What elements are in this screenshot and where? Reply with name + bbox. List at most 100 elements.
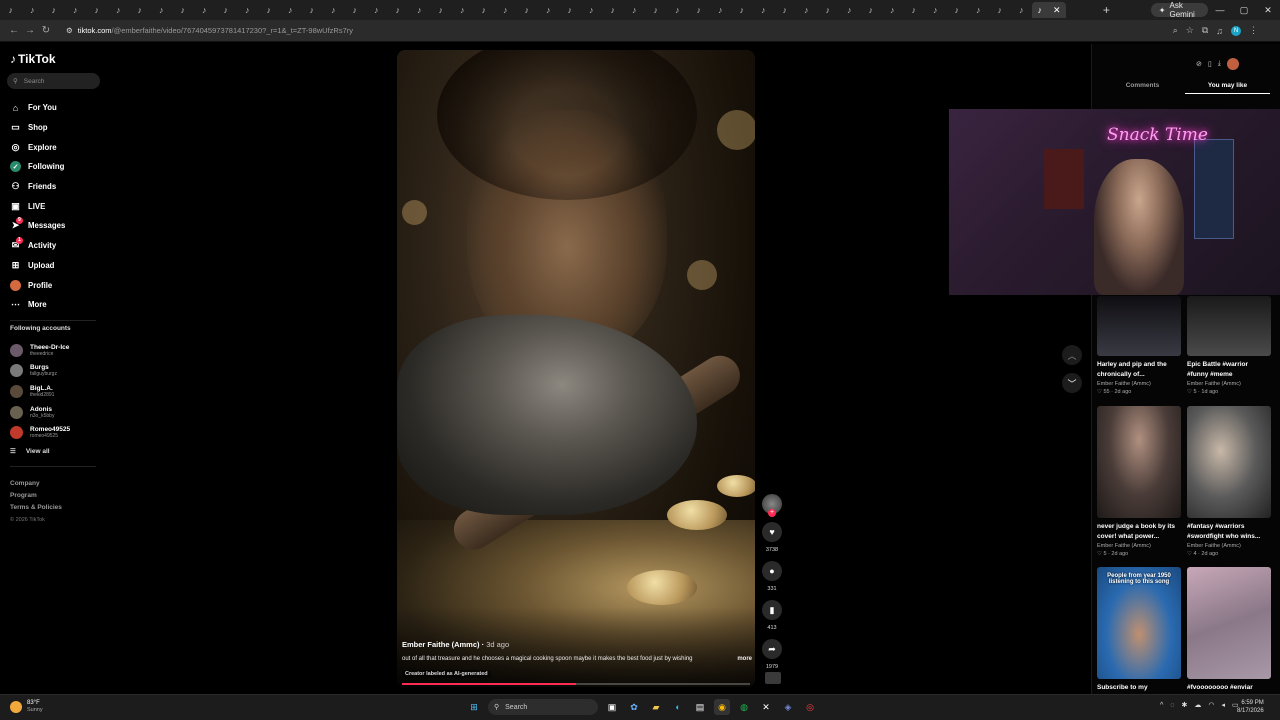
browser-tab[interactable]: ♪ ✕ (1032, 2, 1066, 18)
browser-tab[interactable]: ♪ (495, 2, 517, 18)
footer-link-program[interactable]: Program (10, 490, 62, 502)
browser-tab[interactable]: ♪ (688, 2, 710, 18)
browser-tab[interactable]: ♪ (452, 2, 474, 18)
browser-tab[interactable]: ♪ (194, 2, 216, 18)
browser-tab[interactable]: ♪ (215, 2, 237, 18)
close-window-icon[interactable]: ✕ (1256, 5, 1280, 16)
browser-tab[interactable]: ♪ (667, 2, 689, 18)
browser-tab[interactable]: ♪ (151, 2, 173, 18)
browser-tab[interactable]: ♪ (323, 2, 345, 18)
sidebar-item-friends[interactable]: ⚇ Friends (10, 177, 106, 197)
browser-tab[interactable]: ♪ (581, 2, 603, 18)
browser-tab[interactable]: ♪ (602, 2, 624, 18)
ask-gemini-button[interactable]: ✦ Ask Gemini (1150, 1, 1208, 19)
app-icon[interactable]: ✕ (758, 699, 774, 715)
app-icon-red[interactable]: ◎ (802, 699, 818, 715)
browser-tab[interactable]: ♪ (731, 2, 753, 18)
weather-widget[interactable]: 83°F Sunny (10, 700, 43, 714)
volume-icon[interactable]: ◂ (1221, 701, 1225, 709)
sidebar-item-shop[interactable]: ▭ Shop (10, 118, 106, 138)
browser-tab[interactable]: ♪ (258, 2, 280, 18)
account-item[interactable]: BigL.A. thekid2891 (10, 381, 106, 402)
browser-tab[interactable]: ♪ (903, 2, 925, 18)
network-icon[interactable]: ◌ (1170, 702, 1174, 709)
browser-tab[interactable]: ♪ (753, 2, 775, 18)
discord-icon[interactable]: ◈ (780, 699, 796, 715)
avatar[interactable] (1226, 58, 1239, 70)
heart-icon[interactable]: ♥ (762, 522, 782, 542)
windows-start-icon[interactable]: ⊞ (466, 699, 482, 715)
browser-tab[interactable]: ♪ (860, 2, 882, 18)
sidebar-item-explore[interactable]: ◎ Explore (10, 137, 106, 157)
store-icon[interactable]: ▤ (692, 699, 708, 715)
browser-tab[interactable]: ♪ (710, 2, 732, 18)
video-card[interactable]: People from year 1950 listening to this … (1097, 567, 1181, 693)
video-player[interactable]: Ember Faithe (Ammc) · 3d ago out of all … (397, 50, 755, 687)
site-info-icon[interactable]: ⚙ (66, 26, 73, 35)
maximize-icon[interactable]: ▢ (1232, 5, 1256, 16)
tab-you-may-like[interactable]: You may like (1185, 78, 1270, 94)
bluetooth-icon[interactable]: ✱ (1181, 701, 1187, 709)
chevron-up-icon[interactable]: ^ (1160, 702, 1163, 709)
share-action[interactable]: ➦ 1979 (761, 639, 783, 670)
view-all-link[interactable]: ☰ View all (10, 447, 50, 456)
download-icon[interactable]: ⤓ (1218, 60, 1221, 68)
browser-tab[interactable]: ♪ (344, 2, 366, 18)
browser-tab[interactable]: ♪ (516, 2, 538, 18)
account-item[interactable]: Romeo49525 romeo49525 (10, 422, 106, 443)
extensions-icon[interactable]: ⧉ (1202, 25, 1208, 36)
browser-tab[interactable]: ♪ (989, 2, 1011, 18)
browser-tab[interactable]: ♪ (624, 2, 646, 18)
share-arrow-icon[interactable]: ➦ (762, 639, 782, 659)
bookmark-star-icon[interactable]: ☆ (1186, 25, 1194, 36)
sidebar-item-following[interactable]: ✓ Following (10, 157, 106, 177)
browser-tab[interactable]: ♪ (280, 2, 302, 18)
forward-icon[interactable]: → (22, 25, 38, 36)
minimize-icon[interactable]: — (1208, 5, 1232, 16)
taskbar-search[interactable]: ⚲ Search (488, 699, 598, 715)
scroll-down-button[interactable]: ﹀ (1062, 373, 1082, 393)
sidebar-item-live[interactable]: ▣ LIVE (10, 196, 106, 216)
spotify-icon[interactable]: ◍ (736, 699, 752, 715)
footer-link-company[interactable]: Company (10, 478, 62, 490)
cloud-icon[interactable]: ☁ (1194, 701, 1201, 709)
music-disc-icon[interactable] (765, 672, 781, 684)
coins-icon[interactable]: ⊘ (1196, 60, 1202, 68)
new-tab-button[interactable]: + (1100, 3, 1113, 17)
tab-comments[interactable]: Comments (1100, 78, 1185, 94)
video-author[interactable]: Ember Faithe (Ammc) · 3d ago (402, 640, 509, 649)
follow-plus-icon[interactable]: + (768, 509, 776, 517)
video-card[interactable]: Epic Battle #warrior #funny #meme Ember … (1187, 296, 1271, 395)
browser-tab[interactable]: ♪ (946, 2, 968, 18)
browser-tab[interactable]: ♪ (43, 2, 65, 18)
zoom-icon[interactable]: ⌕ (1173, 25, 1178, 36)
sidebar-item-more[interactable]: ⋯ More (10, 295, 106, 315)
browser-tab[interactable]: ♪ (387, 2, 409, 18)
video-progress-bar[interactable] (402, 683, 750, 685)
search-input[interactable]: ⚲ Search (7, 73, 100, 89)
account-item[interactable]: Adonis n3o_k5bby (10, 402, 106, 423)
video-card[interactable]: Harley and pip and the chronically of...… (1097, 296, 1181, 395)
browser-tab[interactable]: ♪ (65, 2, 87, 18)
browser-tab[interactable]: ♪ (796, 2, 818, 18)
browser-tab[interactable]: ♪ (925, 2, 947, 18)
wifi-icon[interactable]: ◠ (1208, 701, 1214, 709)
browser-tab[interactable]: ♪ (559, 2, 581, 18)
browser-tab[interactable]: ♪ (22, 2, 44, 18)
comment-icon[interactable]: ● (762, 561, 782, 581)
account-item[interactable]: Burgs fallguyburgz (10, 361, 106, 382)
browser-tab[interactable]: ♪ (430, 2, 452, 18)
browser-tab[interactable]: ♪ (1011, 2, 1033, 18)
media-icon[interactable]: ♫ (1216, 26, 1223, 36)
browser-tab[interactable]: ♪ (882, 2, 904, 18)
copilot-icon[interactable]: ✿ (626, 699, 642, 715)
back-icon[interactable]: ← (6, 25, 22, 36)
browser-tab[interactable]: ♪ (473, 2, 495, 18)
browser-tab[interactable]: ♪ (968, 2, 990, 18)
browser-tab[interactable]: ♪ (366, 2, 388, 18)
file-explorer-icon[interactable]: ▰ (648, 699, 664, 715)
video-card[interactable]: #fvoooooooo #enviar (1187, 567, 1271, 693)
sidebar-item-messages[interactable]: ➤ 9 Messages (10, 216, 106, 236)
sidebar-item-activity[interactable]: ✉ 1 Activity (10, 236, 106, 256)
browser-tab[interactable]: ♪ (301, 2, 323, 18)
